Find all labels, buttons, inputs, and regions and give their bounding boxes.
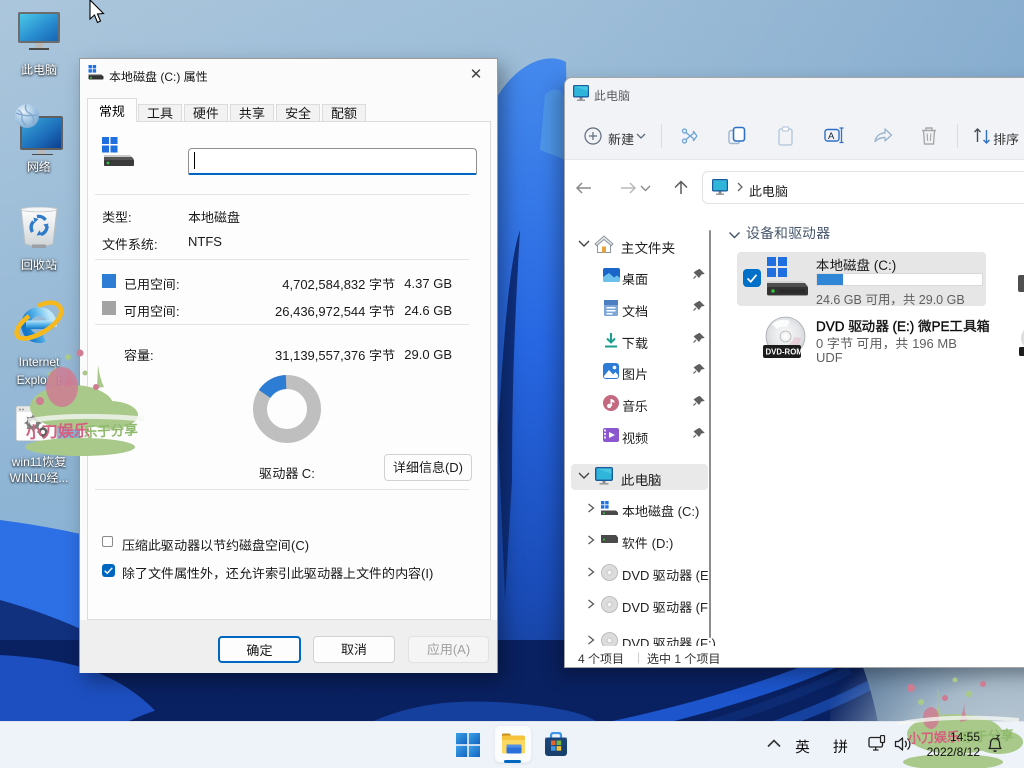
svg-text:乐于分享: 乐于分享 bbox=[82, 418, 138, 441]
svg-text:DVD-ROM: DVD-ROM bbox=[766, 348, 803, 357]
svg-text:A: A bbox=[828, 131, 835, 142]
svg-text:小刀娱乐: 小刀娱乐 bbox=[25, 417, 90, 443]
